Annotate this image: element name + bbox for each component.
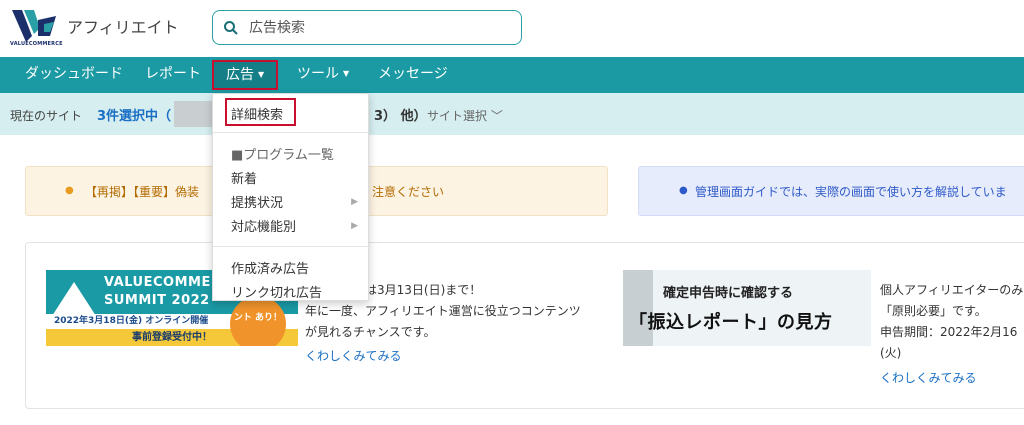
menu-item-by-feature[interactable]: 対応機能別 — [231, 216, 296, 235]
chevron-right-icon: ▶ — [351, 197, 358, 207]
selected-sites[interactable]: 3件選択中（ — [97, 105, 171, 124]
article-line: 「原則必要」です。 — [880, 304, 987, 318]
search-input[interactable] — [249, 17, 509, 39]
mountain-icon — [52, 282, 96, 316]
site-bar: 現在のサイト 3件選択中（ 3） 他） サイト選択 ﹀ — [0, 93, 1024, 135]
notice-important-tail[interactable]: 注意ください — [372, 183, 444, 200]
article-line: が見れるチャンスです。 — [305, 325, 436, 339]
site-select-dropdown[interactable]: サイト選択 ﹀ — [427, 107, 503, 124]
nav-tools-label: ツール — [297, 66, 339, 82]
logo-subtitle: VALUECOMMERCE — [10, 41, 63, 47]
article-line: 申告期間：2022年2月16 — [880, 325, 1018, 339]
nav-dashboard-label: ダッシュボード — [25, 66, 123, 82]
menu-item-new[interactable]: 新着 — [231, 168, 257, 187]
article-line: 個人アフィリエイターのみ — [880, 283, 1024, 297]
chevron-right-icon: ▶ — [351, 221, 358, 231]
nav-report[interactable]: レポート — [145, 57, 201, 93]
notice-guide-link[interactable]: 管理画面ガイドでは、実際の画面で使い方を解説していま — [695, 183, 1007, 200]
nav-tools[interactable]: ツール ▼ — [297, 57, 349, 93]
valuecommerce-logo[interactable] — [10, 6, 60, 46]
article-line: 年に一度、アフィリエイト運営に役立つコンテンツ — [305, 304, 581, 318]
menu-heading-program-list: ■プログラム一覧 — [231, 148, 334, 163]
brand-name: アフィリエイト — [67, 18, 179, 37]
caret-down-icon: ▼ — [258, 70, 265, 79]
menu-item-broken-links[interactable]: リンク切れ広告 — [231, 282, 322, 301]
banner-title-line2: SUMMIT 2022 — [104, 293, 210, 308]
caret-down-icon: ▼ — [343, 69, 350, 78]
search-icon — [224, 21, 238, 35]
bullet-icon: ● — [679, 185, 688, 196]
nav-messages[interactable]: メッセージ — [378, 57, 448, 93]
nav-report-label: レポート — [145, 66, 201, 82]
divider — [213, 246, 368, 247]
article-line: (火) — [880, 346, 902, 360]
other-sites: 3） 他） — [374, 109, 427, 124]
bullet-icon: ● — [65, 185, 74, 196]
tax-report-banner[interactable]: 確定申告時に確認する 「振込レポート」の見方 — [623, 270, 871, 346]
nav-ads[interactable]: 広告 ▼ — [212, 60, 279, 90]
article-tax-text: 個人アフィリエイターのみ 「原則必要」です。 申告期間：2022年2月16 (火… — [880, 280, 1024, 364]
divider — [213, 132, 368, 133]
nav-dashboard[interactable]: ダッシュボード — [25, 57, 123, 93]
current-site-label: 現在のサイト — [10, 109, 83, 123]
header: VALUECOMMERCE アフィリエイト — [0, 0, 1024, 57]
banner-title-line2: 「振込レポート」の見方 — [629, 312, 833, 333]
ads-dropdown-menu: 詳細検索 ■プログラム一覧 新着 提携状況 ▶ 対応機能別 ▶ 作成済み広告 リ… — [212, 93, 369, 301]
menu-item-status[interactable]: 提携状況 — [231, 192, 283, 211]
chevron-down-icon: ﹀ — [490, 109, 503, 123]
read-more-link[interactable]: くわしくみてみる — [880, 369, 976, 386]
masked-site-name — [174, 101, 212, 127]
read-more-link[interactable]: くわしくみてみる — [305, 347, 401, 364]
menu-item-created-ads[interactable]: 作成済み広告 — [231, 258, 309, 277]
notice-important-link[interactable]: 【再掲】【重要】偽装 — [85, 183, 199, 200]
search-box[interactable] — [212, 10, 522, 45]
banner-title-line1: 確定申告時に確認する — [663, 286, 794, 301]
nav-messages-label: メッセージ — [378, 66, 448, 82]
nav-ads-label: 広告 — [226, 67, 254, 83]
menu-item-detail-search[interactable]: 詳細検索 — [231, 104, 283, 123]
banner-badge: ント あり！ — [230, 296, 286, 346]
notice-guide: ● 管理画面ガイドでは、実際の画面で使い方を解説していま — [638, 166, 1024, 216]
main-nav: ダッシュボード レポート 広告 ▼ ツール ▼ メッセージ — [0, 57, 1024, 93]
site-select-label: サイト選択 — [427, 109, 488, 123]
